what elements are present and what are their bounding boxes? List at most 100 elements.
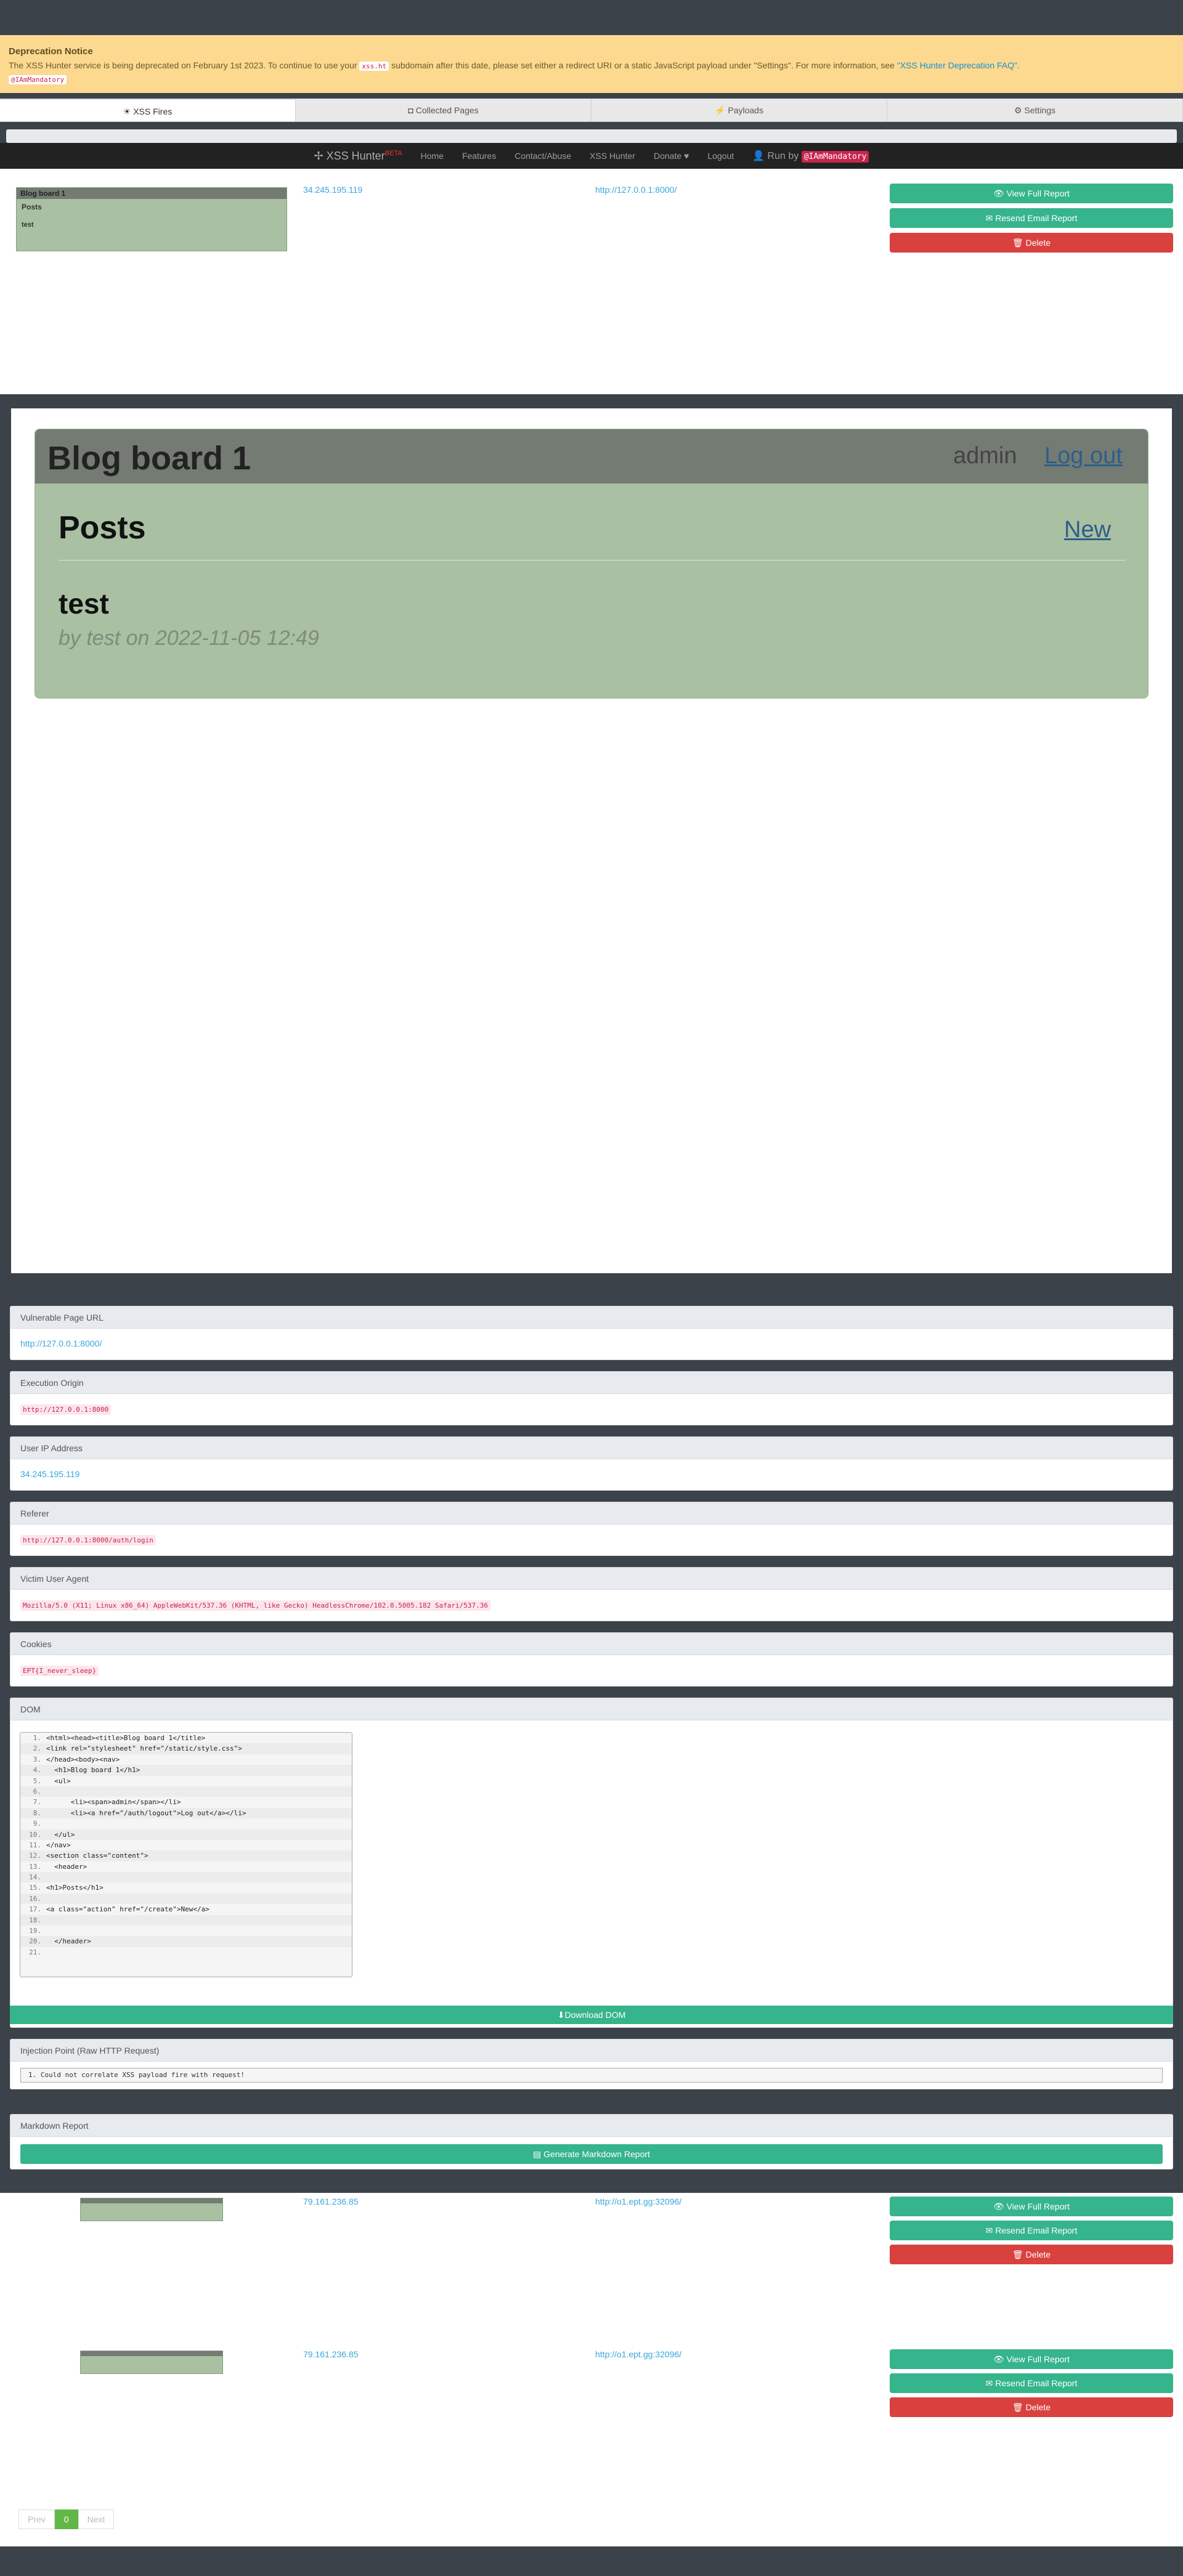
eye-icon: 👁 [993,188,1004,198]
execution-origin-panel: Execution Origin http://127.0.0.1:8000 [10,1371,1173,1425]
dom-line: 21. [29,1948,41,1956]
notice-handle: @IAmMandatory [9,75,67,84]
dom-line: 8. <li><a href="/auth/logout">Log out</a… [20,1807,352,1819]
trash-icon: 🗑 [1012,238,1023,248]
faq-link[interactable]: "XSS Hunter Deprecation FAQ". [897,60,1020,70]
dom-line: 3. </head><body><nav> [33,1755,120,1764]
delete-button[interactable]: 🗑 Delete [890,2245,1173,2264]
nav-home[interactable]: Home [421,151,444,161]
notice-text-2: subdomain after this date, please set ei… [391,60,895,70]
dom-line: 14. [20,1872,352,1883]
resend-email-button[interactable]: ✉ Resend Email Report [890,208,1173,228]
main-tabs: ☀ XSS Fires ◘ Collected Pages ⚡ Payloads… [0,99,1183,122]
dom-line: 17. <a class="action" href="/create">New<… [29,1905,209,1914]
dom-line: 13. <header> [29,1862,87,1871]
top-navbar: ✢ XSS HunterBETA Home Features Contact/A… [0,143,1183,169]
nav-logout[interactable]: Logout [707,151,734,161]
dom-line: 1. <html><head><title>Blog board 1</title… [33,1734,206,1742]
dom-line: 12. <section class="content"> [20,1850,352,1861]
fire-row: 79.161.236.85 http://o1.ept.gg:32096/ 👁 … [0,2193,1183,2346]
dom-line: 15. <h1>Posts</h1> [29,1884,104,1892]
dom-line: 18. [20,1914,352,1926]
resend-email-button[interactable]: ✉ Resend Email Report [890,2373,1173,2393]
trash-icon: 🗑 [1012,2250,1023,2259]
gear-icon: ⚙ [1014,105,1022,115]
dom-line: 16. [20,1893,352,1905]
cookies: EPT{I_never_sleep} [20,1666,99,1676]
fire-thumbnail[interactable] [80,2198,223,2221]
nav-features[interactable]: Features [462,151,496,161]
envelope-icon: ✉ [985,2226,993,2235]
delete-button[interactable]: 🗑 Delete [890,2397,1173,2417]
fire-ip[interactable]: 34.245.195.119 [303,185,362,195]
brand[interactable]: ✢ XSS HunterBETA [314,150,402,163]
referer: http://127.0.0.1:8000/auth/login [20,1535,156,1545]
dom-line: 6. [20,1786,352,1797]
screenshot-blog: Blog board 1 admin Log out Posts New tes… [35,429,1148,699]
vuln-url-panel: Vulnerable Page URL http://127.0.0.1:800… [10,1306,1173,1360]
execution-origin: http://127.0.0.1:8000 [20,1404,112,1415]
blog-post-meta: by test on 2022-11-05 12:49 [59,626,319,650]
view-report-button[interactable]: 👁 View Full Report [890,2349,1173,2369]
blog-new: New [1064,517,1112,543]
fire-url[interactable]: http://o1.ept.gg:32096/ [595,2349,681,2359]
envelope-icon: ✉ [985,213,993,223]
nav-xss-hunter[interactable]: XSS Hunter [590,151,635,161]
tab-payloads[interactable]: ⚡ Payloads [592,99,887,121]
page-icon: ◘ [408,105,413,115]
dom-line: 2. <link rel="stylesheet" href="/static/s… [20,1743,352,1754]
collapsed-heading-bar [6,129,1177,143]
nav-donate[interactable]: Donate ♥ [654,151,689,161]
tab-settings[interactable]: ⚙ Settings [887,99,1183,121]
tab-collected-pages[interactable]: ◘ Collected Pages [296,99,592,121]
blog-posts-heading: Posts [59,510,146,546]
dom-line: 7. <li><span>admin</span></li> [33,1798,181,1807]
blog-logout: Log out [1044,443,1123,469]
nav-contact[interactable]: Contact/Abuse [514,151,571,161]
user-agent-panel: Victim User Agent Mozilla/5.0 (X11; Linu… [10,1567,1173,1621]
current-page[interactable]: 0 [54,2509,78,2529]
eye-icon: 👁 [993,2354,1004,2364]
dom-line: 20. </header> [20,1936,352,1947]
markdown-panel: Markdown Report ▤ Generate Markdown Repo… [10,2114,1173,2169]
deprecation-notice: Deprecation Notice The XSS Hunter servic… [0,35,1183,93]
blog-user: admin [953,443,1017,469]
injection-code: 1. Could not correlate XSS payload fire … [20,2068,1163,2083]
download-dom-button[interactable]: ⬇Download DOM [10,2006,1173,2024]
fire-url[interactable]: http://o1.ept.gg:32096/ [595,2197,681,2206]
vuln-url[interactable]: http://127.0.0.1:8000/ [20,1339,102,1348]
next-page[interactable]: Next [78,2509,115,2529]
cookies-panel: Cookies EPT{I_never_sleep} [10,1632,1173,1687]
injection-panel: Injection Point (Raw HTTP Request) 1. Co… [10,2039,1173,2089]
dom-line: 4. <h1>Blog board 1</h1> [20,1765,352,1776]
prev-page[interactable]: Prev [18,2509,55,2529]
dom-line: 9. [33,1820,41,1828]
fire-row: 79.161.236.85 http://o1.ept.gg:32096/ 👁 … [0,2346,1183,2546]
fire-ip[interactable]: 79.161.236.85 [303,2197,359,2206]
user-ip-panel: User IP Address 34.245.195.119 [10,1436,1173,1491]
dom-code-viewer[interactable]: 1. <html><head><title>Blog board 1</title… [20,1732,352,1977]
run-by: 👤 Run by @IAmMandatory [752,150,869,163]
envelope-icon: ✉ [985,2378,993,2388]
referer-panel: Referer http://127.0.0.1:8000/auth/login [10,1502,1173,1556]
fire-thumbnail[interactable] [80,2351,223,2374]
notice-title: Deprecation Notice [9,46,93,57]
blog-title: Blog board 1 [47,440,251,477]
generate-markdown-button[interactable]: ▤ Generate Markdown Report [20,2144,1163,2164]
trash-icon: 🗑 [1012,2402,1023,2412]
user-agent: Mozilla/5.0 (X11; Linux x86_64) AppleWeb… [20,1600,490,1611]
dom-line: 11. </nav> [29,1841,71,1849]
delete-button[interactable]: 🗑 Delete [890,233,1173,253]
download-icon: ⬇ [557,2010,565,2020]
fire-thumbnail[interactable]: Blog board 1 Posts test [16,187,287,251]
fire-ip[interactable]: 79.161.236.85 [303,2349,359,2359]
view-report-button[interactable]: 👁 View Full Report [890,184,1173,203]
tab-xss-fires[interactable]: ☀ XSS Fires [0,99,296,121]
view-report-button[interactable]: 👁 View Full Report [890,2197,1173,2216]
bolt-icon: ⚡ [715,105,726,115]
dom-line: 10. </ul> [20,1829,352,1840]
fire-url[interactable]: http://127.0.0.1:8000/ [595,185,677,195]
resend-email-button[interactable]: ✉ Resend Email Report [890,2221,1173,2240]
dom-line: 5. <ul> [33,1776,71,1785]
user-ip[interactable]: 34.245.195.119 [20,1469,79,1479]
